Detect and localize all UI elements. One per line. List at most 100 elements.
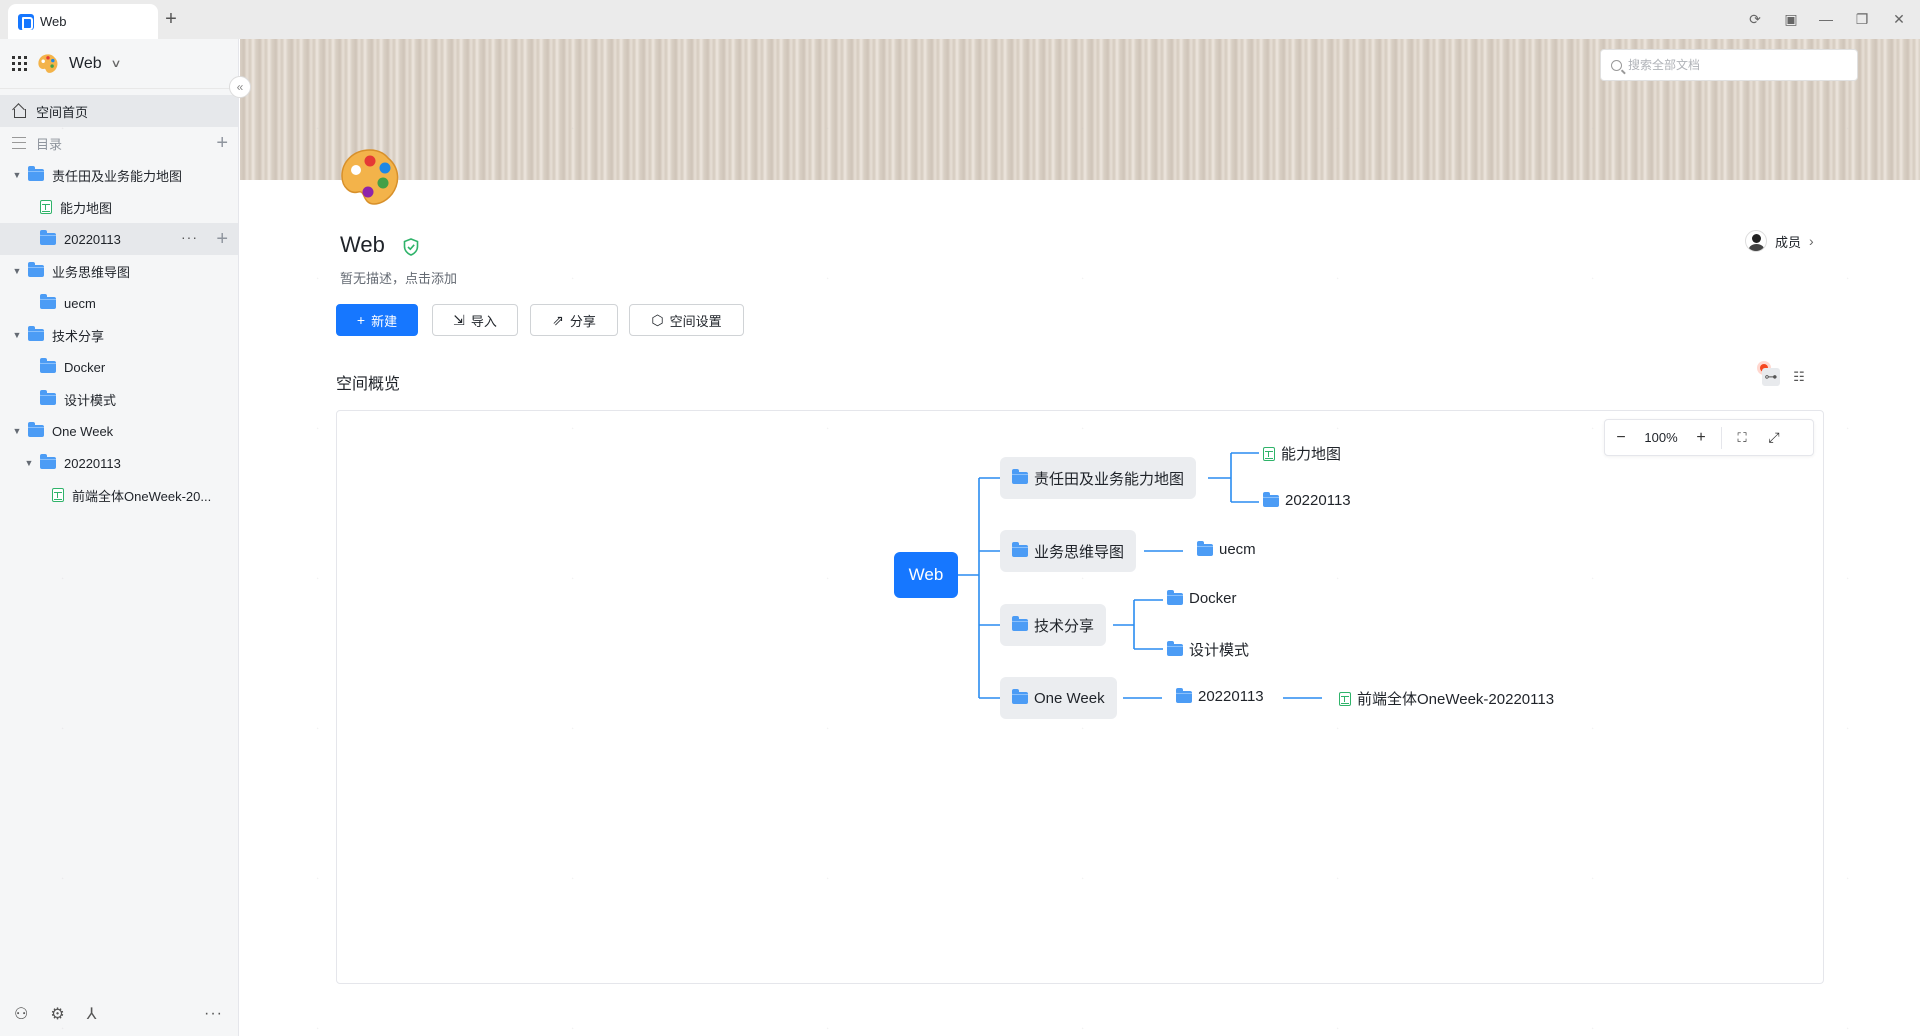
folder-icon — [40, 390, 56, 405]
sidebar-tree-label: 业务思维导图 — [52, 264, 131, 280]
mindmap-leaf-node[interactable]: 能力地图 — [1263, 443, 1341, 464]
structure-icon[interactable]: ⅄ — [87, 1004, 97, 1024]
fullscreen-icon[interactable]: ⤢ — [1758, 429, 1790, 446]
mindmap-leaf-node[interactable]: uecm — [1197, 540, 1256, 558]
browser-tab[interactable]: Web — [8, 4, 158, 39]
add-child-icon[interactable]: + — [216, 229, 228, 249]
import-button[interactable]: ⇲ 导入 — [432, 304, 518, 336]
new-button[interactable]: + 新建 — [336, 304, 418, 336]
sidebar-tree-item[interactable]: ▼ 业务思维导图 — [0, 255, 238, 287]
search-box[interactable] — [1600, 49, 1858, 81]
watermark: · — [1841, 419, 1853, 436]
sidebar-tree-item[interactable]: Docker — [0, 351, 238, 383]
collapse-sidebar-button[interactable]: « — [229, 76, 251, 98]
caret-down-icon[interactable]: ▼ — [24, 458, 34, 468]
gear-icon[interactable]: ⚙ — [50, 1004, 64, 1024]
mindmap-root-node[interactable]: Web — [894, 552, 958, 598]
sheet-icon — [1263, 446, 1275, 461]
folder-icon — [1012, 542, 1028, 557]
watermark: · — [821, 269, 833, 286]
space-avatar-palette-icon[interactable] — [338, 146, 402, 210]
watermark: · — [311, 569, 323, 586]
mindmap-leaf-node[interactable]: 前端全体OneWeek-20220113 — [1339, 688, 1554, 709]
mindmap-leaf-node[interactable]: 20220113 — [1176, 687, 1264, 705]
share-button[interactable]: ⇗ 分享 — [530, 304, 618, 336]
sidebar-tree-item[interactable]: 前端全体OneWeek-20... — [0, 479, 238, 511]
mindmap-leaf-node-label: Docker — [1189, 590, 1237, 607]
list-view-icon[interactable]: ☷ — [1790, 368, 1808, 386]
watermark: · — [1841, 269, 1853, 286]
sidebar-tree-item[interactable]: ▼ 技术分享 — [0, 319, 238, 351]
pin-window-icon[interactable]: ▣ — [1780, 8, 1802, 30]
sidebar-home[interactable]: 空间首页 — [0, 95, 238, 127]
caret-down-icon[interactable]: ▼ — [12, 170, 22, 180]
sidebar-tree-item[interactable]: 20220113 ··· + — [0, 223, 238, 255]
mindmap-leaf-node[interactable]: 20220113 — [1263, 491, 1351, 509]
mindmap-branch-node[interactable]: One Week — [1000, 677, 1117, 719]
watermark: · — [1841, 719, 1853, 736]
watermark: · — [311, 419, 323, 436]
caret-down-icon[interactable]: ▼ — [12, 426, 22, 436]
new-button-label: 新建 — [371, 313, 398, 329]
sheet-icon — [52, 488, 64, 502]
mindmap-root-node-label: Web — [908, 565, 944, 584]
watermark: · — [1841, 569, 1853, 586]
chevron-down-icon[interactable]: ∨ — [110, 57, 121, 70]
mindmap-branch-node[interactable]: 业务思维导图 — [1000, 530, 1137, 572]
search-input[interactable] — [1628, 58, 1848, 72]
space-settings-button[interactable]: ⬡ 空间设置 — [629, 304, 744, 336]
zoom-level: 100% — [1644, 430, 1678, 445]
zoom-out-button[interactable]: − — [1605, 429, 1637, 447]
sidebar-tree-item[interactable]: ▼ 责任田及业务能力地图 — [0, 159, 238, 191]
mindmap-leaf-node-label: 20220113 — [1198, 688, 1264, 705]
sidebar-tree-item[interactable]: 能力地图 — [0, 191, 238, 223]
new-tab-button[interactable]: + — [160, 8, 182, 30]
more-icon[interactable]: ··· — [181, 229, 198, 245]
members-button[interactable]: 成员 › — [1745, 230, 1814, 252]
sidebar-header: Web ∨ — [0, 39, 238, 89]
sidebar-tree-item[interactable]: ▼ 20220113 — [0, 447, 238, 479]
verified-shield-icon — [403, 238, 419, 256]
sidebar-tree-label: 设计模式 — [64, 392, 117, 408]
add-member-icon[interactable]: ⚇ — [14, 1004, 28, 1024]
caret-down-icon[interactable]: ▼ — [12, 266, 22, 276]
share-icon: ⇗ — [552, 311, 564, 328]
sidebar-tree-item[interactable]: 设计模式 — [0, 383, 238, 415]
mindmap-branch-node-label: One Week — [1034, 689, 1105, 707]
watermark: · — [1076, 1019, 1088, 1036]
folder-icon — [40, 294, 56, 309]
share-button-label: 分享 — [569, 313, 596, 329]
close-icon[interactable]: ✕ — [1888, 8, 1910, 30]
sidebar-tree-item[interactable]: uecm — [0, 287, 238, 319]
toolbar-divider — [1721, 426, 1722, 449]
watermark: · — [1331, 269, 1343, 286]
space-palette-icon — [38, 53, 58, 73]
sidebar-tree-item[interactable]: ▼ One Week — [0, 415, 238, 447]
sidebar-tree-label: One Week — [52, 423, 114, 439]
space-switcher-name[interactable]: Web — [69, 55, 102, 73]
zoom-in-button[interactable]: + — [1685, 429, 1717, 447]
minimize-icon[interactable]: — — [1815, 8, 1837, 30]
space-description[interactable]: 暂无描述，点击添加 — [340, 268, 457, 287]
mindmap-leaf-node[interactable]: Docker — [1167, 589, 1237, 607]
watermark: · — [1076, 269, 1088, 286]
space-title: Web — [340, 232, 385, 257]
caret-down-icon[interactable]: ▼ — [12, 330, 22, 340]
app-grid-icon[interactable] — [12, 56, 27, 71]
add-catalog-icon[interactable]: + — [216, 133, 228, 153]
folder-icon — [40, 358, 56, 373]
mindmap-branch-node[interactable]: 责任田及业务能力地图 — [1000, 457, 1197, 499]
sidebar-tree-label: 20220113 — [64, 455, 121, 471]
restore-icon[interactable]: ❐ — [1851, 8, 1873, 30]
fit-screen-icon[interactable]: ⛶ — [1726, 430, 1758, 446]
zoom-toolbar: − 100% + ⛶ ⤢ — [1604, 419, 1814, 456]
mindmap-view-icon[interactable]: ⊶ — [1762, 368, 1780, 386]
settings-icon: ⬡ — [651, 311, 664, 328]
sheet-icon — [40, 200, 52, 214]
mindmap-leaf-node[interactable]: 设计模式 — [1167, 639, 1249, 660]
mindmap-branch-node[interactable]: 技术分享 — [1000, 604, 1107, 646]
folder-icon — [28, 422, 44, 437]
folder-icon — [28, 262, 44, 277]
more-icon[interactable]: ··· — [204, 1005, 223, 1023]
sync-icon[interactable]: ⟳ — [1744, 8, 1766, 30]
